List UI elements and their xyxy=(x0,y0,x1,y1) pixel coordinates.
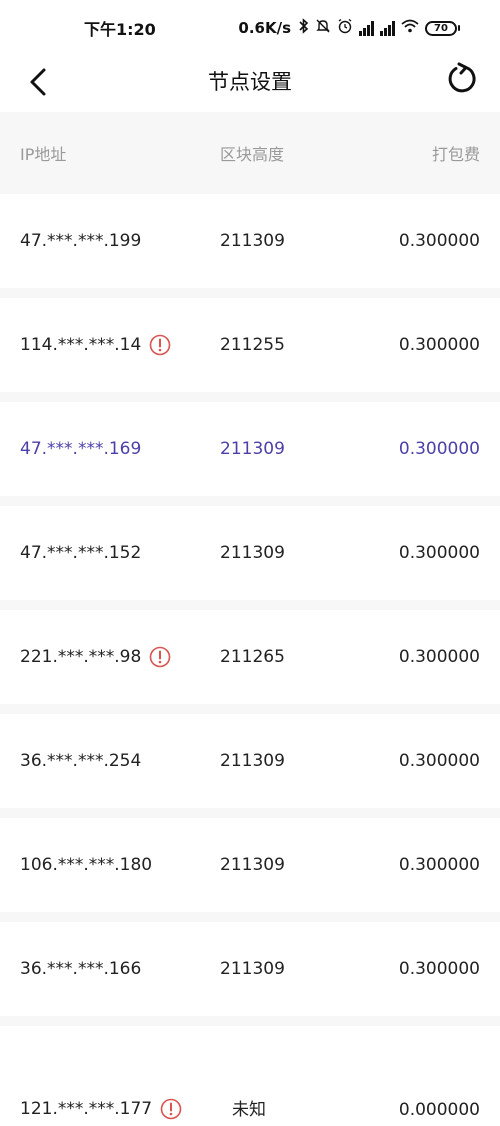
node-row[interactable]: 36.***.***.254 211309 0.300000 xyxy=(0,714,500,818)
node-block-height: 211309 xyxy=(220,959,285,979)
battery-icon: 70 xyxy=(425,20,460,36)
node-block-height: 211255 xyxy=(220,335,285,355)
network-speed: 0.6K/s xyxy=(238,19,291,37)
node-ip: 47.***.***.199 xyxy=(20,231,142,251)
header-fee: 打包费 xyxy=(431,145,480,164)
warning-icon xyxy=(160,1098,182,1120)
warning-icon xyxy=(149,646,171,668)
nav-bar: 节点设置 xyxy=(0,56,500,112)
node-row[interactable]: 121.***.***.177 未知 0.000000 xyxy=(0,1026,500,1126)
header-block-height: 区块高度 xyxy=(220,145,285,164)
node-block-height: 211309 xyxy=(220,543,285,563)
node-block-height: 211309 xyxy=(220,751,285,771)
node-list: 47.***.***.199 211309 0.300000 114.***.*… xyxy=(0,194,500,1126)
node-fee: 0.300000 xyxy=(398,959,480,979)
node-block-height: 211265 xyxy=(220,647,285,667)
node-block-height: 211309 xyxy=(220,231,285,251)
refresh-icon xyxy=(448,62,476,93)
node-block-height: 未知 xyxy=(232,1100,266,1120)
status-bar: 下午1:20 0.6K/s 70 xyxy=(0,0,500,56)
signal-2-icon xyxy=(380,20,395,36)
node-row[interactable]: 114.***.***.14 211255 0.300000 xyxy=(0,298,500,402)
node-fee: 0.300000 xyxy=(398,439,480,459)
node-ip: 106.***.***.180 xyxy=(20,855,153,875)
node-ip: 121.***.***.177 xyxy=(20,1099,153,1119)
mute-bell-icon xyxy=(315,18,331,38)
status-time: 下午1:20 xyxy=(84,20,156,39)
bluetooth-icon xyxy=(299,18,309,38)
node-row[interactable]: 106.***.***.180 211309 0.300000 xyxy=(0,818,500,922)
node-row[interactable]: 221.***.***.98 211265 0.300000 xyxy=(0,610,500,714)
node-fee: 0.300000 xyxy=(398,751,480,771)
node-ip: 36.***.***.254 xyxy=(20,751,142,771)
header-ip: IP地址 xyxy=(20,145,67,164)
warning-icon xyxy=(149,334,171,356)
node-fee: 0.300000 xyxy=(398,855,480,875)
alarm-clock-icon xyxy=(337,18,353,38)
node-fee: 0.300000 xyxy=(398,543,480,563)
node-ip: 47.***.***.152 xyxy=(20,543,142,563)
page-title: 节点设置 xyxy=(208,70,292,94)
status-icons: 0.6K/s 70 xyxy=(238,18,460,38)
node-row[interactable]: 47.***.***.152 211309 0.300000 xyxy=(0,506,500,610)
node-block-height: 211309 xyxy=(220,439,285,459)
node-fee: 0.300000 xyxy=(398,231,480,251)
battery-level: 70 xyxy=(425,20,457,36)
node-row[interactable]: 36.***.***.166 211309 0.300000 xyxy=(0,922,500,1026)
node-ip: 36.***.***.166 xyxy=(20,959,142,979)
node-fee: 0.300000 xyxy=(398,647,480,667)
node-ip: 114.***.***.14 xyxy=(20,335,142,355)
node-ip: 47.***.***.169 xyxy=(20,439,142,459)
table-header: IP地址 区块高度 打包费 xyxy=(0,112,500,194)
node-ip: 221.***.***.98 xyxy=(20,647,142,667)
refresh-button[interactable] xyxy=(442,58,482,98)
signal-1-icon xyxy=(359,20,374,36)
wifi-icon xyxy=(401,19,419,37)
node-row-selected[interactable]: 47.***.***.169 211309 0.300000 xyxy=(0,402,500,506)
node-row[interactable]: 47.***.***.199 211309 0.300000 xyxy=(0,194,500,298)
node-block-height: 211309 xyxy=(220,855,285,875)
node-fee: 0.000000 xyxy=(398,1100,480,1120)
node-fee: 0.300000 xyxy=(398,335,480,355)
